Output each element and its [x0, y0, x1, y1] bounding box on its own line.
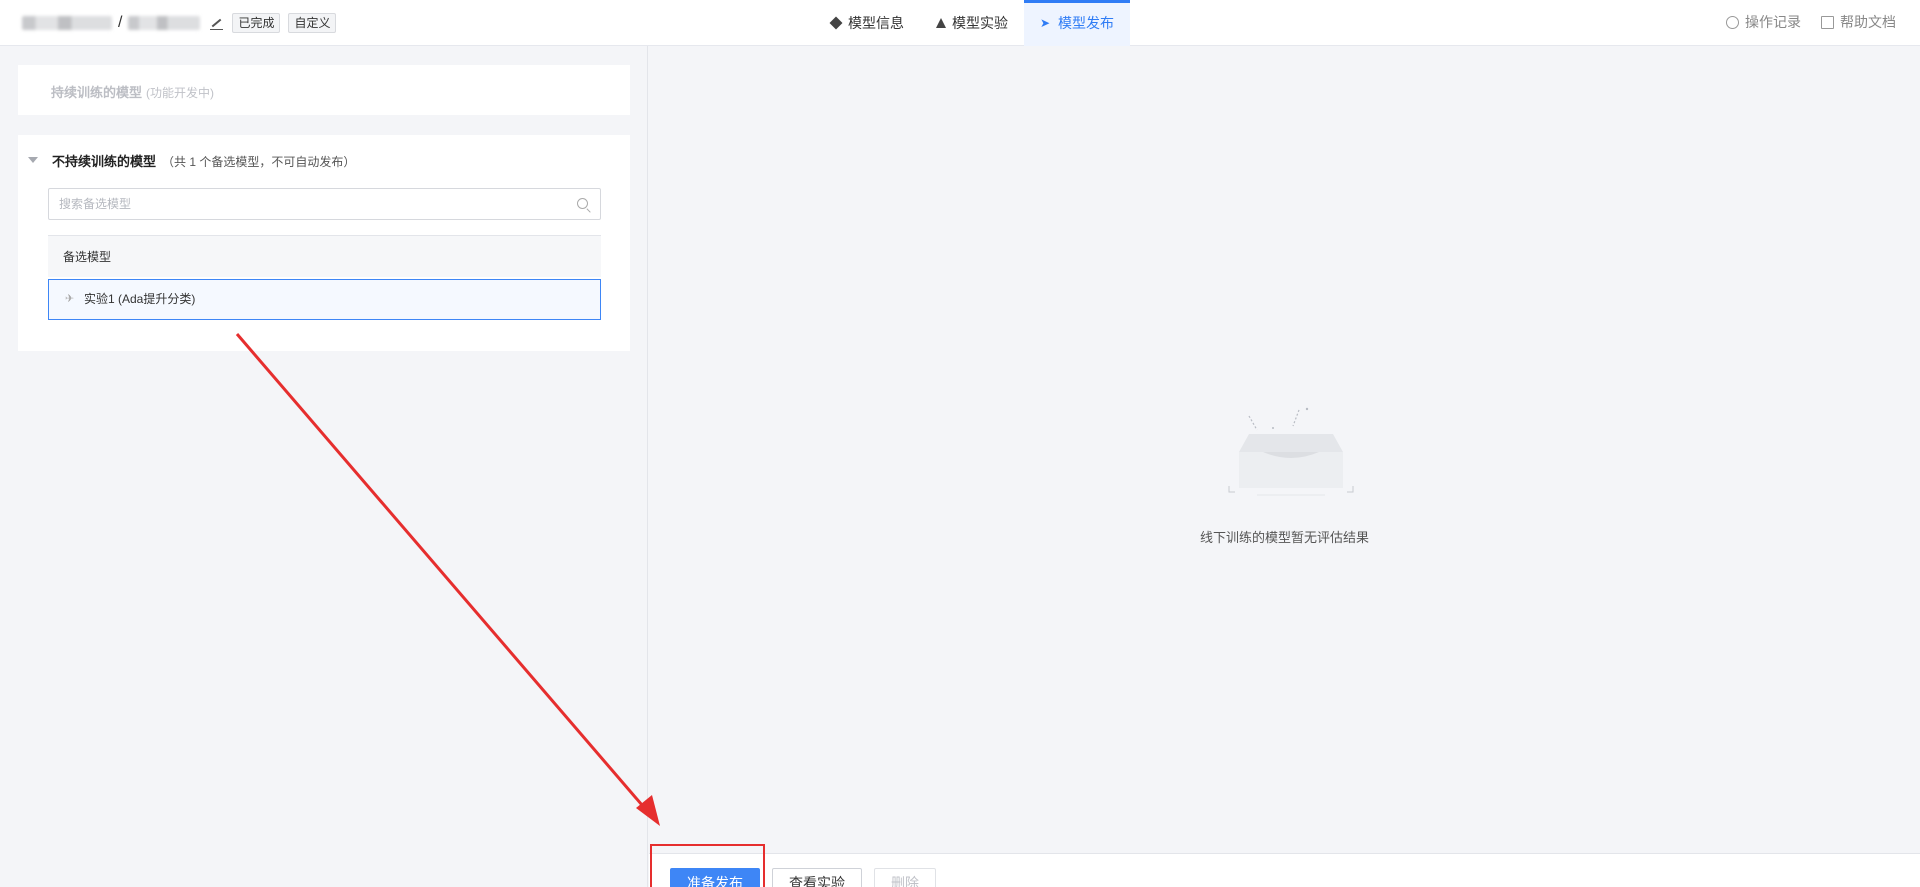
model-search-input[interactable]: [49, 189, 549, 219]
external-link-icon: [1821, 15, 1834, 29]
history-icon: [1726, 15, 1739, 29]
non-continuous-model-section: 不持续训练的模型（共 1 个备选模型，不可自动发布） 备选模型 ✈ 实验1 (A…: [18, 135, 630, 351]
tab-label: 模型发布: [1058, 15, 1114, 31]
redacted-project-name[interactable]: [22, 16, 112, 30]
tab-label: 模型实验: [952, 15, 1008, 31]
collapse-caret-icon[interactable]: [28, 157, 38, 163]
edit-icon[interactable]: [208, 15, 224, 31]
model-search-box: [48, 188, 601, 220]
status-tag: 已完成: [232, 13, 281, 33]
redacted-model-name: [128, 16, 201, 30]
list-item-label: 实验1 (Ada提升分类): [84, 292, 196, 306]
breadcrumb-separator: /: [118, 14, 123, 31]
list-header: 备选模型: [48, 235, 601, 277]
section-subtitle: (功能开发中): [146, 86, 215, 100]
tab-label: 模型信息: [848, 15, 904, 31]
list-item[interactable]: ✈ 实验1 (Ada提升分类): [48, 279, 601, 320]
section-subtitle: （共 1 个备选模型，不可自动发布）: [162, 155, 356, 169]
section-title: 持续训练的模型 (功能开发中): [51, 85, 215, 100]
delete-button[interactable]: 删除: [874, 868, 936, 887]
evaluation-panel: 线下训练的模型暂无评估结果: [649, 46, 1920, 854]
empty-inbox-icon: [1228, 407, 1354, 496]
header-links: 操作记录 帮助文档: [1726, 12, 1896, 32]
view-experiment-button[interactable]: 查看实验: [772, 868, 862, 887]
help-docs-link[interactable]: 帮助文档: [1821, 12, 1896, 32]
search-icon[interactable]: [577, 198, 588, 209]
tab-model-publish[interactable]: ➤ 模型发布: [1024, 0, 1130, 46]
empty-state-text: 线下训练的模型暂无评估结果: [1199, 530, 1369, 545]
breadcrumb: / 已完成 自定义: [22, 12, 337, 34]
action-footer: 准备发布 查看实验 删除: [649, 853, 1920, 887]
type-tag: 自定义: [288, 13, 337, 33]
link-label: 帮助文档: [1840, 14, 1896, 30]
annotation-highlight-box: [650, 844, 765, 887]
continuous-model-section: 持续训练的模型 (功能开发中): [18, 65, 630, 115]
section-title: 不持续训练的模型 （共 1 个备选模型，不可自动发布）: [52, 154, 356, 169]
link-label: 操作记录: [1745, 14, 1801, 30]
model-list-panel: 持续训练的模型 (功能开发中) 不持续训练的模型 （共 1 个备选模型，不可自动发布…: [0, 46, 648, 887]
operation-log-link[interactable]: 操作记录: [1726, 12, 1801, 32]
flask-icon: [936, 18, 946, 28]
tab-model-info[interactable]: 模型信息: [814, 0, 920, 46]
main-tabs: 模型信息 模型实验 ➤ 模型发布: [814, 0, 1130, 46]
tab-model-experiment[interactable]: 模型实验: [920, 0, 1024, 46]
publish-status-icon: ✈: [65, 293, 75, 305]
cube-icon: [829, 16, 843, 30]
top-header: / 已完成 自定义 模型信息 模型实验 ➤ 模型发布 操作记录 帮助文档: [0, 0, 1920, 46]
send-icon: ➤: [1040, 16, 1051, 30]
